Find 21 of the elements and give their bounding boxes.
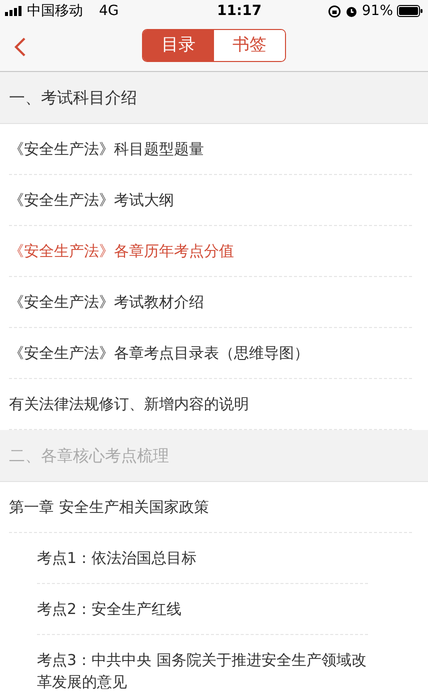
back-icon [14,36,26,56]
toc-item[interactable]: 《安全生产法》考试大纲 [9,175,412,226]
toc-item[interactable]: 《安全生产法》各章历年考点分值 [9,226,412,277]
tab[interactable]: 书签 [214,30,285,61]
carrier-name: 中国移动 [27,2,83,20]
toc-item[interactable]: 考点3：中共中央 国务院关于推进安全生产领域改革发展的意见 [37,635,368,696]
alarm-icon [344,4,358,18]
clock: 11:17 [217,2,262,20]
toc-item[interactable]: 考点1：依法治国总目标 [37,533,368,584]
toc-item[interactable]: 《安全生产法》考试教材介绍 [9,277,412,328]
battery-icon [397,5,423,17]
tab[interactable]: 目录 [143,30,214,61]
network-type: 4G [99,2,119,20]
section-header[interactable]: 一、考试科目介绍 [0,72,428,124]
battery-percent: 91% [362,2,393,20]
toc-item[interactable]: 《安全生产法》科目题型题量 [9,124,412,175]
signal-icon [5,6,23,16]
rotation-lock-icon [328,4,341,18]
toc-item[interactable]: 考点2：安全生产红线 [37,584,368,635]
toc-item[interactable]: 《安全生产法》各章考点目录表（思维导图） [9,328,412,379]
toc-item[interactable]: 第一章 安全生产相关国家政策 [9,482,412,533]
